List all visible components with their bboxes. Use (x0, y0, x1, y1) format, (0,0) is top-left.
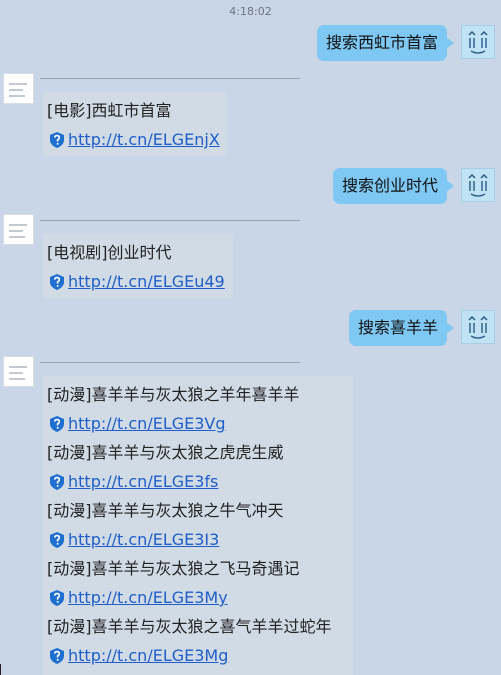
result-link[interactable]: http://t.cn/ELGE3I3 (68, 530, 219, 549)
reply-bubble: [电影]西虹市首富 http://t.cn/ELGEnjX (43, 92, 226, 156)
result-link[interactable]: http://t.cn/ELGE3My (68, 588, 228, 607)
message-bubble-query[interactable]: 搜索喜羊羊 (348, 310, 455, 346)
result-title: [动漫]喜羊羊与灰太狼之虎虎生威 (47, 443, 284, 462)
cartoon-face-icon (462, 311, 494, 343)
user-avatar[interactable] (461, 25, 495, 59)
result-link[interactable]: http://t.cn/ELGEnjX (68, 130, 220, 149)
message-divider (40, 78, 300, 79)
cartoon-face-icon (462, 169, 494, 201)
text-cursor (0, 664, 1, 675)
result-title: [动漫]喜羊羊与灰太狼之牛气冲天 (47, 501, 284, 520)
bot-avatar[interactable] (3, 356, 34, 387)
result-title: [电视剧]创业时代 (47, 243, 172, 262)
shield-question-icon (50, 473, 64, 490)
message-bubble-query[interactable]: 搜索西虹市首富 (316, 25, 455, 61)
result-title: [动漫]喜羊羊与灰太狼之飞马奇遇记 (47, 559, 300, 578)
outgoing-message: 搜索喜羊羊 (195, 310, 495, 346)
bot-avatar[interactable] (3, 73, 34, 104)
cartoon-face-icon (462, 26, 494, 58)
result-link[interactable]: http://t.cn/ELGEu49 (68, 272, 225, 291)
result-link-row: http://t.cn/ELGE3Mg (47, 641, 348, 670)
reply-bubble: [电视剧]创业时代 http://t.cn/ELGEu49 (43, 234, 233, 298)
result-link-row: http://t.cn/ELGEnjX (47, 125, 221, 154)
message-divider (40, 220, 300, 221)
result-link-row: http://t.cn/ELGE3fs (47, 467, 348, 496)
result-title: [电影]西虹市首富 (47, 101, 172, 120)
shield-question-icon (50, 647, 64, 664)
result-title: [动漫]喜羊羊与灰太狼之羊年喜羊羊 (47, 385, 300, 404)
result-link[interactable]: http://t.cn/ELGE3fs (68, 472, 218, 491)
result-link[interactable]: http://t.cn/ELGE3Vg (68, 414, 226, 433)
shield-question-icon (50, 131, 64, 148)
timestamp: 4:18:02 (229, 5, 272, 18)
user-avatar[interactable] (461, 310, 495, 344)
shield-question-icon (50, 273, 64, 290)
result-title: [动漫]喜羊羊与灰太狼之喜气羊羊过蛇年 (47, 617, 332, 636)
outgoing-message: 搜索西虹市首富 (195, 25, 495, 61)
result-link-row: http://t.cn/ELGE3I3 (47, 525, 348, 554)
user-avatar[interactable] (461, 168, 495, 202)
shield-question-icon (50, 415, 64, 432)
bot-avatar[interactable] (3, 214, 34, 245)
outgoing-message: 搜索创业时代 (195, 168, 495, 204)
result-link[interactable]: http://t.cn/ELGE3Mg (68, 646, 228, 665)
result-link-row: http://t.cn/ELGE3My (47, 583, 348, 612)
message-bubble-query[interactable]: 搜索创业时代 (332, 168, 455, 204)
message-divider (40, 362, 300, 363)
shield-question-icon (50, 531, 64, 548)
shield-question-icon (50, 589, 64, 606)
reply-bubble: [动漫]喜羊羊与灰太狼之羊年喜羊羊 http://t.cn/ELGE3Vg [动… (43, 376, 353, 675)
result-link-row: http://t.cn/ELGEu49 (47, 267, 228, 296)
result-link-row: http://t.cn/ELGE3Vg (47, 409, 348, 438)
